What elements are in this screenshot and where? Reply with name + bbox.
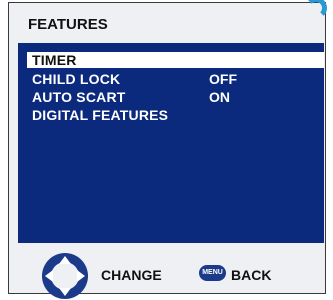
footer-hints: CHANGE MENU BACK <box>18 245 324 299</box>
menu-frame: FEATURES TIMER CHILD LOCK OFF AUTO SCART… <box>8 0 327 299</box>
back-hint-label: BACK <box>231 267 272 283</box>
corner-accent-icon <box>305 0 327 19</box>
auto-scart-value: ON <box>209 89 230 105</box>
menu-item-child-lock[interactable]: CHILD LOCK <box>32 71 120 87</box>
menu-button-icon: MENU <box>199 265 226 281</box>
menu-item-auto-scart[interactable]: AUTO SCART <box>32 89 126 105</box>
menu-item-timer[interactable]: TIMER <box>32 52 77 68</box>
child-lock-value: OFF <box>209 71 237 87</box>
page-title: FEATURES <box>28 16 108 33</box>
change-hint-label: CHANGE <box>101 267 162 283</box>
tv-menu-screen: FEATURES TIMER CHILD LOCK OFF AUTO SCART… <box>0 0 333 300</box>
menu-panel: TIMER CHILD LOCK OFF AUTO SCART ON DIGIT… <box>18 43 324 243</box>
menu-item-digital-features[interactable]: DIGITAL FEATURES <box>32 107 168 123</box>
navigation-dpad-icon <box>42 253 88 299</box>
